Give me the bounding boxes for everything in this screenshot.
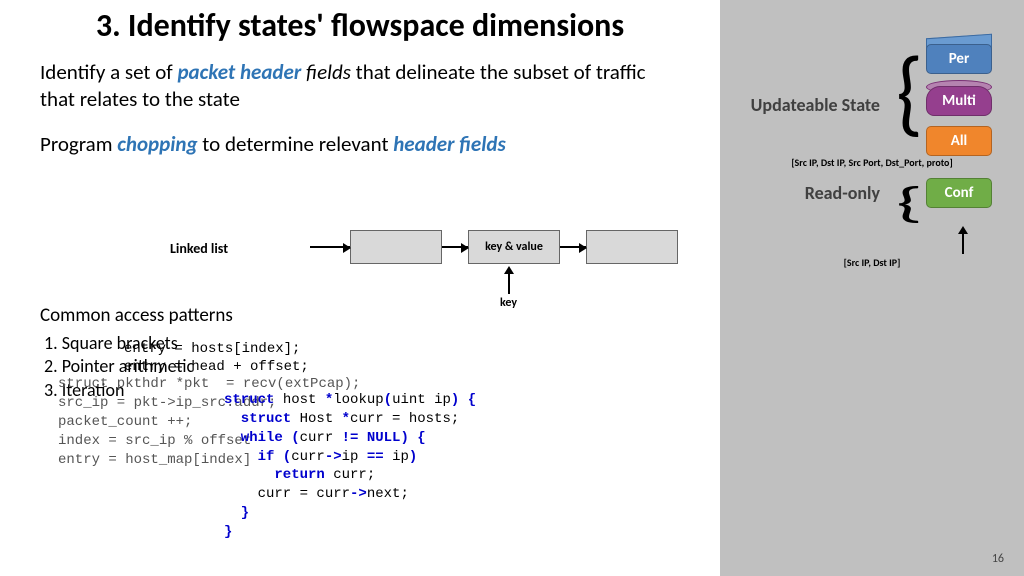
- code-lookup: struct host *lookup(uint ip) { struct Ho…: [224, 372, 476, 561]
- arrow-icon: [560, 246, 586, 248]
- arrow-icon: [442, 246, 468, 248]
- text: Program: [40, 131, 117, 157]
- multi-chip: Multi: [926, 86, 992, 116]
- highlight-header-fields: header fields: [393, 131, 506, 157]
- brace-icon: {: [896, 35, 923, 151]
- arrow-up-icon: [504, 266, 514, 274]
- patterns-heading: Common access patterns: [40, 304, 233, 327]
- slide: 3. Identify states' flowspace dimensions…: [0, 0, 1024, 576]
- tuple-2-label: [Src IP, Dst IP]: [720, 256, 1024, 269]
- per-chip: Per: [926, 44, 992, 74]
- arrow-up-icon: [958, 226, 968, 254]
- tuple-5-label: [Src IP, Dst IP, Src Port, Dst_Port, pro…: [720, 156, 1024, 169]
- slide-title: 3. Identify states' flowspace dimensions: [0, 0, 720, 55]
- text: to determine relevant: [198, 131, 394, 157]
- updateable-state-label: Updateable State: [744, 96, 880, 115]
- readonly-label: Read-only: [760, 182, 880, 204]
- state-sidebar: { { Updateable State Read-only Per Multi…: [720, 0, 1024, 576]
- list-node-kv: key & value: [468, 230, 560, 264]
- key-pointer: key: [500, 266, 517, 310]
- body-paragraph-2: Program chopping to determine relevant h…: [0, 127, 720, 158]
- body-paragraph-1: Identify a set of packet header fields t…: [0, 55, 720, 114]
- highlight-packet-header: packet header: [177, 59, 301, 85]
- page-number: 16: [992, 552, 1004, 566]
- linked-list-boxes: key & value: [310, 230, 678, 264]
- text: fields: [301, 59, 351, 85]
- highlight-chopping: chopping: [117, 131, 197, 157]
- all-chip: All: [926, 126, 992, 156]
- key-label: key: [500, 296, 517, 310]
- linked-list-label: Linked list: [170, 240, 228, 257]
- brace-icon: {: [896, 176, 923, 229]
- main-area: 3. Identify states' flowspace dimensions…: [0, 0, 720, 576]
- arrow-icon: [310, 246, 350, 248]
- code-overlay-1: entry = hosts[index]; entry = head + off…: [124, 340, 309, 376]
- list-node: [350, 230, 442, 264]
- text: Identify a set of: [40, 59, 177, 85]
- list-node: [586, 230, 678, 264]
- conf-chip: Conf: [926, 178, 992, 208]
